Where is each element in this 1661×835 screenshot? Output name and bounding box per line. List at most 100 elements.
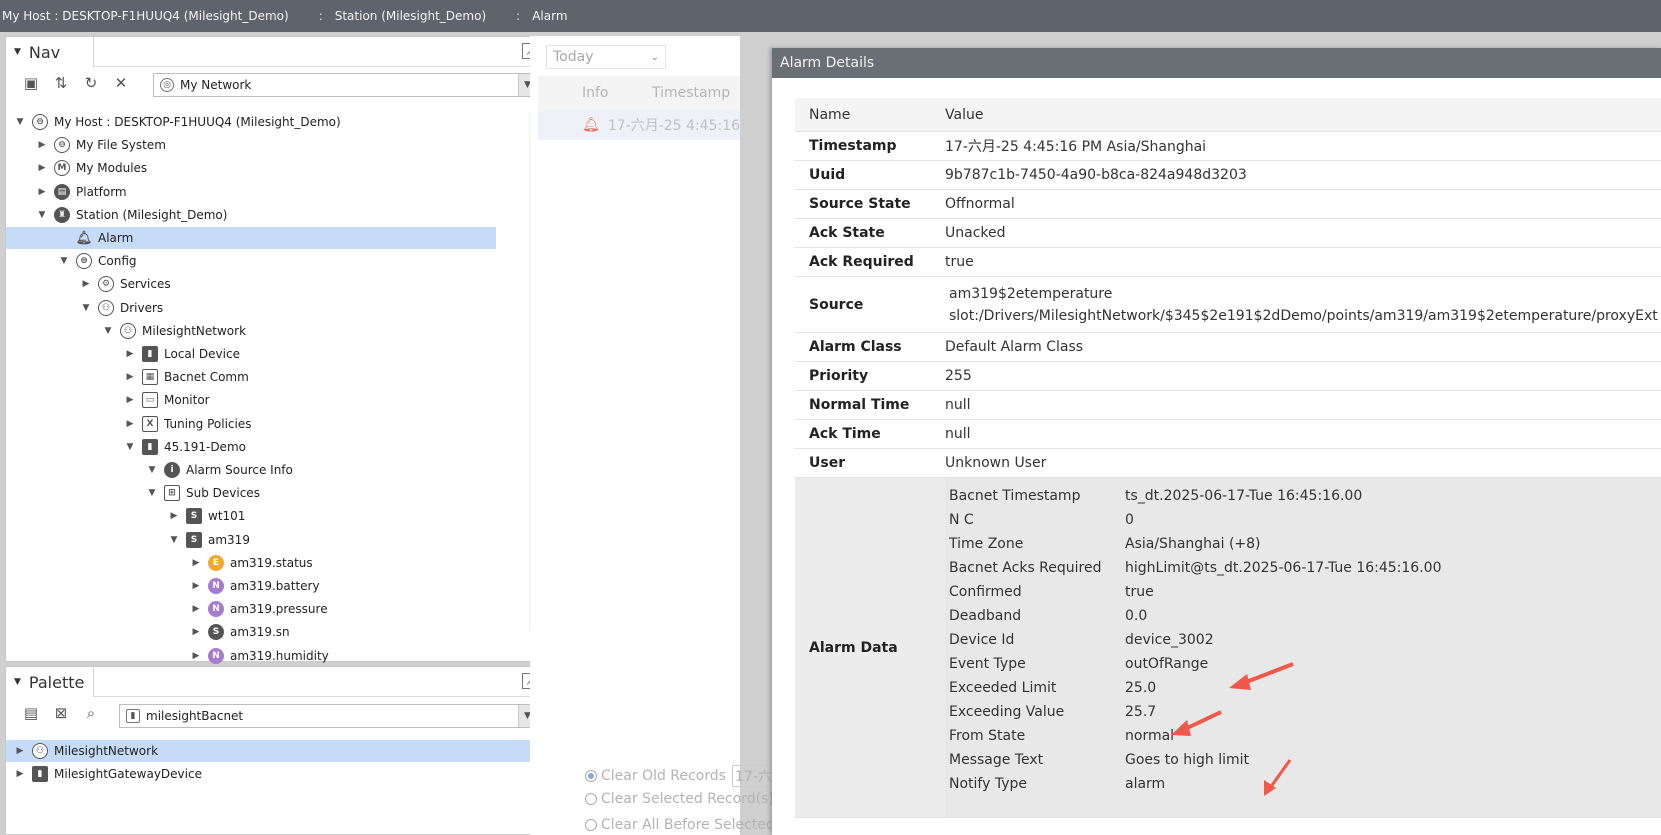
expand-icon[interactable]: ▶	[124, 419, 136, 429]
dialog-title[interactable]: Alarm Details	[772, 48, 1661, 78]
expand-icon[interactable]: ▶	[124, 372, 136, 382]
sub-devices-icon: ⊞	[164, 485, 180, 502]
breadcrumb-host[interactable]: My Host : DESKTOP-F1HUUQ4 (Milesight_Dem…	[0, 9, 289, 23]
clear-selected-option[interactable]: Clear Selected Record(s)	[585, 791, 774, 807]
radio-button[interactable]	[585, 793, 597, 805]
alarm-data-item: Notify Type alarm	[949, 772, 1441, 796]
nav-tree-label: am319	[208, 532, 250, 547]
row-value: Unknown User	[945, 455, 1047, 471]
nav-tree-item[interactable]: ▼ i Alarm Source Info	[6, 459, 496, 481]
nav-tree-item[interactable]: ▼ ⚇ Drivers	[6, 297, 496, 319]
alarm-details-dialog: Alarm Details Name Value Timestamp 17-六月-…	[772, 48, 1661, 835]
chevron-down-icon[interactable]: ⌄	[651, 52, 659, 63]
collapse-icon[interactable]: ▼	[168, 535, 180, 545]
nav-tree-item[interactable]: ▶ Sam319.sn	[6, 621, 496, 643]
nav-tree-item[interactable]: ▼ ⊜ Config	[6, 250, 496, 272]
nav-tree-item[interactable]: ▼ Sam319	[6, 529, 496, 551]
nav-tree-item[interactable]: ▶ Nam319.humidity	[6, 645, 496, 667]
nav-tree-item[interactable]: ▶ ▦ Bacnet Comm	[6, 366, 496, 388]
collapse-icon[interactable]: ▼	[36, 210, 48, 220]
nav-tree-item[interactable]: ▶ Swt101	[6, 505, 496, 527]
refresh-icon[interactable]: ↻	[76, 71, 106, 95]
table-row: Uuid 9b787c1b-7450-4a90-b8ca-824a948d3203	[795, 161, 1661, 190]
breadcrumb-station[interactable]: Station (Milesight_Demo)	[333, 9, 486, 23]
expand-icon[interactable]: ▶	[36, 187, 48, 197]
nav-tree-label: Alarm	[98, 231, 134, 245]
collapse-icon[interactable]: ▼	[146, 465, 158, 475]
nav-tree-item[interactable]: ▶ Nam319.battery	[6, 575, 496, 597]
collapse-icon[interactable]: ▼	[14, 117, 26, 127]
nav-tree-item[interactable]: ▶ ▭ Monitor	[6, 389, 496, 411]
nav-tree-item[interactable]: ▶ X Tuning Policies	[6, 413, 496, 435]
sync-tree-icon[interactable]: ⇅	[46, 71, 76, 95]
collapse-icon[interactable]: ▼	[80, 303, 92, 313]
collapse-icon[interactable]: ▼	[14, 677, 21, 687]
breadcrumb-separator: :	[318, 9, 323, 23]
nav-tree-item[interactable]: ▼ ♜ Station (Milesight_Demo)	[6, 204, 496, 226]
nav-tree-item[interactable]: ▼ ▮ 45.191-Demo	[6, 436, 496, 458]
expand-icon[interactable]: ▶	[190, 604, 202, 614]
expand-icon[interactable]: ▶	[14, 746, 26, 756]
row-name: Source State	[809, 196, 911, 212]
nav-tree-item[interactable]: ▶ ⚙ Services	[6, 273, 496, 295]
nav-tree-item[interactable]: ▶ ▮ Local Device	[6, 343, 496, 365]
nav-tree-item[interactable]: ▼ ⊞ Sub Devices	[6, 482, 496, 504]
expand-icon[interactable]: ▶	[14, 769, 26, 779]
open-folder-icon[interactable]: ▣	[16, 71, 46, 95]
nav-tree-label: Drivers	[120, 300, 164, 315]
collapse-icon[interactable]: ▼	[14, 47, 21, 57]
nav-tree-item[interactable]: ▶ Nam319.pressure	[6, 598, 496, 620]
nav-tree-item[interactable]: 🔔︎ Alarm	[6, 227, 496, 249]
tab-palette[interactable]: ▼ Palette	[6, 667, 94, 697]
expand-icon[interactable]: ▶	[190, 627, 202, 637]
collapse-icon[interactable]: ▼	[146, 488, 158, 498]
column-timestamp[interactable]: Timestamp	[652, 85, 730, 101]
nav-tree-item[interactable]: ▼ ⚇ MilesightNetwork	[6, 320, 496, 342]
palette-module-value: milesightBacnet	[146, 709, 244, 723]
breadcrumb-alarm[interactable]: Alarm	[530, 9, 567, 23]
nav-tree-item[interactable]: ▶ Eam319.status	[6, 552, 496, 574]
clear-before-label: Clear All Before Selected R	[601, 817, 789, 833]
column-info[interactable]: Info	[582, 85, 652, 101]
nav-tree-item[interactable]: ▶ ⊖ My File System	[6, 134, 496, 156]
palette-module-select[interactable]: ▮ milesightBacnet ▼	[119, 704, 537, 728]
row-name: Ack State	[809, 225, 885, 241]
radio-button[interactable]	[585, 819, 597, 831]
nav-tree-item[interactable]: ▶ ▤ Platform	[6, 181, 496, 203]
clear-old-records-option[interactable]: Clear Old Records 17-六月	[585, 765, 780, 787]
row-value: 255	[945, 368, 972, 384]
find-icon[interactable]: ⌕	[76, 701, 106, 725]
collapse-icon[interactable]: ▼	[102, 326, 114, 336]
nav-tree-item[interactable]: ▶ M My Modules	[6, 157, 496, 179]
table-row-source: Source am319$2etemperature slot:/Drivers…	[795, 277, 1661, 333]
open-folder-icon[interactable]: ▤	[16, 701, 46, 725]
gateway-device-icon: ▮	[32, 766, 48, 782]
expand-icon[interactable]: ▶	[124, 349, 136, 359]
close-palette-icon[interactable]: ⊠	[46, 701, 76, 725]
expand-icon[interactable]: ▶	[36, 140, 48, 150]
collapse-icon[interactable]: ▼	[124, 442, 136, 452]
close-icon[interactable]: ✕	[106, 71, 136, 95]
expand-icon[interactable]: ▶	[190, 581, 202, 591]
config-icon: ⊜	[76, 253, 92, 270]
alarm-row[interactable]: 🔔︎ 17-六月-25 4:45:16	[538, 110, 740, 140]
time-range-select[interactable]: Today ⌄	[546, 45, 666, 69]
expand-icon[interactable]: ▶	[36, 163, 48, 173]
expand-icon[interactable]: ▶	[80, 279, 92, 289]
nav-tree-label: am319.pressure	[230, 602, 328, 617]
nav-tree-item[interactable]: ▼ ⊖ My Host : DESKTOP-F1HUUQ4 (Milesight_D…	[6, 111, 496, 133]
network-select[interactable]: ◎ My Network ▼	[153, 73, 537, 97]
radio-button[interactable]	[585, 770, 597, 782]
collapse-icon[interactable]: ▼	[58, 256, 70, 266]
expand-icon[interactable]: ▶	[124, 395, 136, 405]
palette-item-milesight-network[interactable]: ▶ ⚇ MilesightNetwork	[6, 740, 542, 762]
clear-before-option[interactable]: Clear All Before Selected R	[585, 817, 789, 833]
expand-icon[interactable]: ▶	[190, 558, 202, 568]
nav-tree-label: MilesightNetwork	[142, 323, 247, 338]
expand-icon[interactable]: ▶	[190, 651, 202, 661]
tab-nav[interactable]: ▼ Nav	[6, 37, 94, 67]
palette-item-gateway-device[interactable]: ▶ ▮ MilesightGatewayDevice	[6, 763, 542, 785]
expand-icon[interactable]: ▶	[168, 511, 180, 521]
platform-icon: ▤	[54, 183, 70, 200]
annotation-arrow-icon	[1171, 710, 1222, 736]
